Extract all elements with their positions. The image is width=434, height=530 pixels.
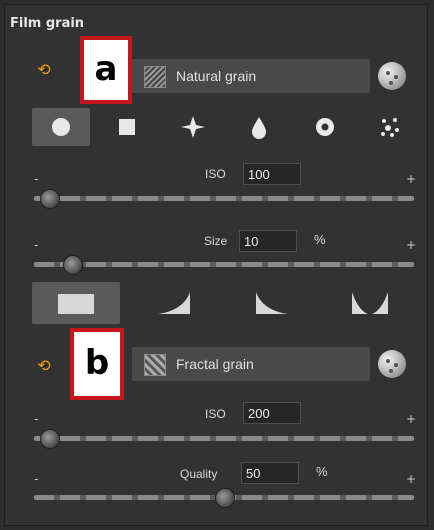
size-slider-handle[interactable] [63, 255, 83, 275]
size-slider-track[interactable] [34, 262, 414, 267]
iso-value-field-2[interactable]: 200 [243, 402, 301, 424]
iso-label-1: ISO [205, 167, 226, 181]
square-icon [119, 119, 135, 135]
quality-unit: % [316, 464, 328, 479]
iso-minus-2[interactable]: - [34, 412, 38, 426]
drop-icon [252, 117, 266, 139]
quality-slider-handle[interactable] [215, 488, 235, 508]
random-dice-icon[interactable] [378, 62, 406, 90]
quality-label: Quality [180, 467, 218, 481]
iso-label-2: ISO [205, 407, 226, 421]
dots-icon [381, 118, 399, 137]
grain-type-select-1[interactable]: Natural grain [132, 59, 370, 93]
fractal-grain-thumbnail-icon [144, 354, 166, 376]
grain-shape-toolbar [32, 108, 414, 148]
circle-icon [52, 118, 70, 136]
quality-plus[interactable]: + [406, 472, 416, 486]
natural-grain-thumbnail-icon [144, 66, 166, 88]
grain-curve-toolbar [32, 282, 414, 326]
size-label: Size [204, 234, 228, 248]
grain-type-select-2[interactable]: Fractal grain [132, 347, 370, 381]
shape-square-button[interactable] [98, 108, 156, 146]
valley-curve-icon [352, 292, 388, 314]
ramp-down-curve-icon [256, 292, 288, 314]
iso-slider-track-1[interactable] [34, 196, 414, 201]
curve-ramp-up-button[interactable] [130, 282, 218, 324]
iso-value-field-1[interactable]: 100 [243, 163, 301, 185]
size-unit: % [314, 232, 326, 247]
quality-minus[interactable]: - [34, 472, 38, 486]
curve-valley-button[interactable] [326, 282, 414, 324]
ring-icon [316, 118, 334, 136]
quality-value-field[interactable]: 50 [241, 462, 299, 484]
iso-plus-1[interactable]: + [406, 172, 416, 186]
size-plus[interactable]: + [406, 238, 416, 252]
annotation-b: b [70, 328, 124, 400]
shape-star-button[interactable] [164, 108, 222, 146]
star-icon [181, 116, 205, 138]
shape-ring-button[interactable] [296, 108, 354, 146]
grain-type-label-2: Fractal grain [176, 356, 254, 372]
flat-curve-icon [58, 294, 94, 314]
panel-title: Film grain [10, 16, 85, 31]
ramp-up-curve-icon [158, 292, 190, 314]
random-dice-icon-2[interactable] [378, 350, 406, 378]
iso-slider-track-2[interactable] [34, 436, 414, 441]
shape-drop-button[interactable] [230, 108, 288, 146]
iso-plus-2[interactable]: + [406, 412, 416, 426]
size-minus[interactable]: - [34, 238, 38, 252]
shape-dots-button[interactable] [362, 108, 420, 146]
sync-icon-2[interactable]: ⟲ [34, 356, 54, 376]
curve-ramp-down-button[interactable] [228, 282, 316, 324]
annotation-a: a [80, 36, 132, 104]
iso-minus-1[interactable]: - [34, 172, 38, 186]
size-value-field[interactable]: 10 [239, 230, 297, 252]
grain-type-label-1: Natural grain [176, 68, 257, 84]
shape-circle-button[interactable] [32, 108, 90, 146]
curve-flat-button[interactable] [32, 282, 120, 324]
sync-icon[interactable]: ⟲ [34, 60, 54, 80]
